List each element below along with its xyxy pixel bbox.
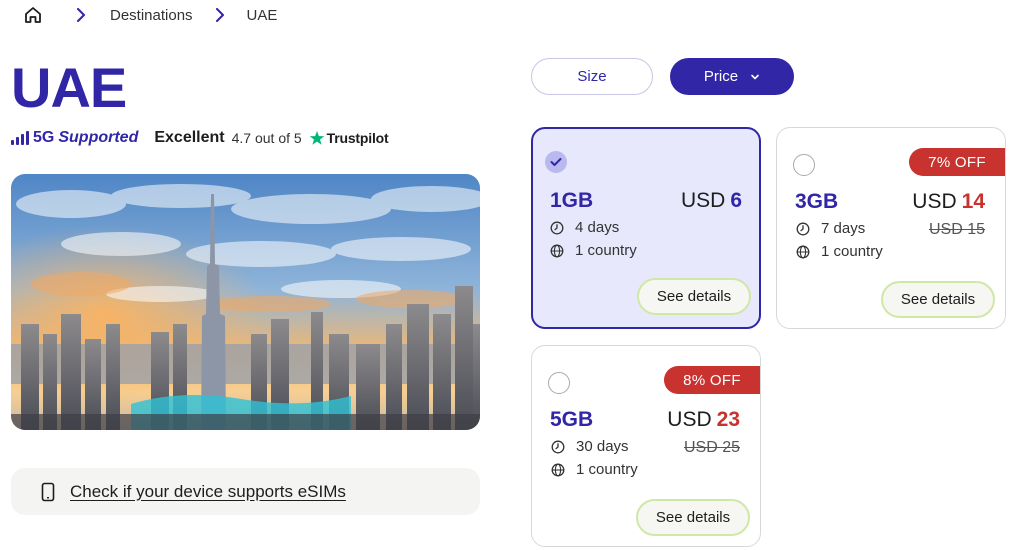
plan-size: 5GB (550, 408, 594, 431)
plan-coverage-text: 1 country (821, 243, 883, 260)
plan-card-5gb[interactable]: 8% OFF 5GB USD 23 USD 25 30 days 1 countr… (531, 345, 761, 547)
chevron-down-icon (750, 72, 760, 82)
network-supported-label: Supported (58, 129, 139, 146)
plan-duration-text: 4 days (575, 219, 620, 236)
signal-bars-icon (11, 131, 29, 145)
globe-icon (796, 245, 810, 259)
plan-card-3gb[interactable]: 7% OFF 3GB USD 14 USD 15 7 days 1 country… (776, 127, 1006, 329)
plan-price: USD 6 (681, 189, 742, 213)
clock-icon (550, 221, 564, 235)
plan-price: USD 23 (667, 408, 740, 432)
plan-duration-text: 7 days (821, 220, 866, 237)
plan-duration: 30 days (551, 438, 629, 455)
dubai-skyline-image (11, 174, 480, 430)
clock-icon (796, 222, 810, 236)
see-details-button[interactable]: See details (636, 499, 750, 536)
radio-unchecked-icon[interactable] (793, 154, 815, 176)
trustpilot-star-icon (309, 130, 325, 146)
breadcrumb-destinations[interactable]: Destinations (110, 7, 193, 24)
plan-duration-text: 30 days (576, 438, 629, 455)
trustpilot-brand[interactable]: Trustpilot (327, 130, 389, 146)
esim-check-link[interactable]: Check if your device supports eSIMs (70, 482, 346, 502)
plan-coverage-text: 1 country (575, 242, 637, 259)
radio-checked-icon[interactable] (545, 151, 567, 173)
plan-currency: USD (912, 190, 957, 213)
plan-currency: USD (680, 189, 726, 212)
discount-badge: 7% OFF (909, 148, 1005, 176)
esim-check-bar[interactable]: Check if your device supports eSIMs (11, 468, 480, 515)
globe-icon (550, 244, 564, 258)
breadcrumb-current: UAE (246, 6, 278, 24)
radio-unchecked-icon[interactable] (548, 372, 570, 394)
plan-price-amount: 6 (730, 189, 742, 212)
see-details-button[interactable]: See details (637, 278, 751, 315)
trustpilot-rating-word: Excellent (154, 129, 225, 146)
chevron-right-icon (76, 8, 90, 22)
trustpilot-score: 4.7 out of 5 (231, 130, 302, 146)
breadcrumb: Destinations UAE (22, 4, 277, 26)
discount-badge: 8% OFF (664, 366, 760, 394)
sort-price-label: Price (703, 68, 739, 85)
plan-size: 1GB (550, 189, 594, 212)
meta-row: 5G Supported Excellent 4.7 out of 5 Trus… (11, 128, 389, 148)
see-details-button[interactable]: See details (881, 281, 995, 318)
chevron-right-icon (215, 8, 229, 22)
plan-currency: USD (667, 408, 712, 431)
plan-price-amount: 14 (961, 190, 985, 213)
plan-coverage: 1 country (551, 461, 638, 478)
plan-old-price: USD 25 (683, 439, 740, 456)
plan-duration: 7 days (796, 220, 865, 237)
clock-icon (551, 440, 565, 454)
plan-size: 3GB (795, 190, 839, 213)
plan-coverage-text: 1 country (576, 461, 638, 478)
plan-card-1gb[interactable]: 1GB USD 6 4 days 1 country See details (531, 127, 761, 329)
globe-icon (551, 463, 565, 477)
plan-price-amount: 23 (716, 408, 740, 431)
home-icon[interactable] (22, 4, 44, 26)
page-title: UAE (11, 56, 127, 119)
plan-old-price: USD 15 (928, 221, 985, 238)
plan-coverage: 1 country (796, 243, 883, 260)
sort-size-button[interactable]: Size (531, 58, 653, 95)
plan-coverage: 1 country (550, 242, 637, 259)
plan-duration: 4 days (550, 219, 619, 236)
network-5g-label: 5G (33, 129, 55, 146)
sort-price-button[interactable]: Price (670, 58, 794, 95)
phone-icon (41, 482, 55, 502)
plan-price: USD 14 (912, 190, 985, 214)
